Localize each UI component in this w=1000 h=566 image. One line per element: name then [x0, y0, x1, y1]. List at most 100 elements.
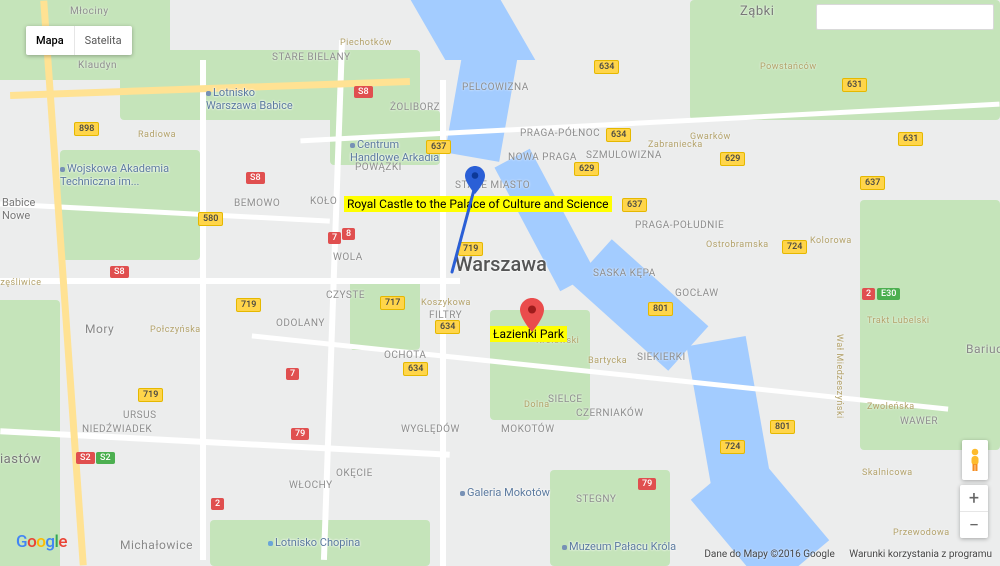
d: NIEDŹWIADEK — [82, 424, 152, 435]
shield-634: 634 — [606, 128, 631, 142]
shield-8: 8 — [342, 228, 355, 240]
shield-637: 637 — [426, 140, 451, 154]
d: Kolorowa — [810, 236, 852, 246]
shield-724: 724 — [720, 440, 745, 454]
poi-babice[interactable]: Babice Nowe — [2, 196, 35, 222]
d: WAWER — [900, 416, 938, 427]
d: Zabraniecka — [648, 140, 703, 150]
shield-s2: S2 — [96, 452, 115, 464]
map-type-map[interactable]: Mapa — [26, 26, 74, 55]
d: iastów — [0, 452, 41, 467]
map-data-text: Dane do Mapy ©2016 Google — [704, 549, 834, 560]
d: Wał Miedzeszyński — [834, 334, 844, 419]
d: OCHOTA — [384, 350, 426, 361]
d: Mory — [85, 322, 114, 336]
shield-717: 717 — [380, 296, 405, 310]
shield-7: 7 — [328, 232, 341, 244]
d: Bartycka — [588, 356, 627, 366]
zoom-in-button[interactable]: + — [960, 485, 988, 511]
d: GOCŁAW — [675, 288, 719, 299]
d: Dolna — [524, 400, 550, 410]
d: URSUS — [123, 410, 157, 421]
d: Powstańców — [760, 62, 817, 72]
d: CZYSTE — [326, 290, 365, 301]
shield-637: 637 — [622, 198, 647, 212]
d: Koszykowa — [421, 298, 471, 308]
shield-801: 801 — [648, 302, 673, 316]
shield-e30: E30 — [877, 288, 900, 300]
poi-chopina[interactable]: Lotnisko Chopina — [268, 536, 360, 549]
d: STARE BIELANY — [272, 52, 351, 63]
d: CZERNIAKÓW — [576, 408, 644, 419]
d: WYGLĘDÓW — [401, 424, 460, 435]
d: NOWA PRAGA — [508, 152, 577, 163]
shield-631: 631 — [898, 132, 923, 146]
shield-7: 7 — [286, 368, 299, 380]
district-zabki: Ząbki — [740, 4, 774, 19]
shield-2: 2 — [211, 498, 224, 510]
d: Połczyńska — [150, 325, 201, 335]
d: OKĘCIE — [336, 468, 373, 479]
shield-719: 719 — [138, 388, 163, 402]
shield-719: 719 — [458, 242, 483, 256]
d: PRAGA-PÓŁNOC — [520, 128, 600, 139]
zoom-control: + − — [960, 485, 988, 538]
d: PELCOWIZNA — [462, 82, 529, 93]
d: Bariuch — [966, 342, 1000, 356]
d: sczęśliwice — [0, 278, 41, 288]
d: BEMOWO — [234, 198, 280, 209]
d: Trakt Lubelski — [867, 316, 930, 326]
map-type-switch[interactable]: Mapa Satelita — [26, 26, 132, 55]
road — [200, 60, 206, 560]
poi-muzeum[interactable]: Muzeum Pałacu Króla — [562, 540, 676, 553]
label-royal-castle[interactable]: Royal Castle to the Palace of Culture an… — [344, 196, 612, 212]
street-view-pegman[interactable] — [962, 440, 988, 480]
d: KOŁO — [310, 196, 337, 207]
d: Michałowice — [120, 538, 193, 552]
d: SIEKIERKI — [637, 352, 686, 363]
d: WOLA — [333, 252, 363, 263]
shield-2: 2 — [862, 288, 875, 300]
shield-634: 634 — [435, 320, 460, 334]
zoom-out-button[interactable]: − — [960, 511, 988, 538]
shield-79: 79 — [291, 428, 309, 440]
d: STEGNY — [576, 494, 616, 505]
d: SIELCE — [548, 394, 583, 405]
shield-634: 634 — [594, 60, 619, 74]
shield-s2: S2 — [76, 452, 95, 464]
search-input[interactable] — [816, 4, 994, 30]
shield-637: 637 — [860, 176, 885, 190]
d: Piechotków — [340, 38, 392, 48]
d: Ostrobramska — [706, 240, 769, 250]
road — [0, 278, 460, 284]
terms-link[interactable]: Warunki korzystania z programu — [849, 549, 992, 560]
d: SZMULOWIZNA — [586, 150, 662, 161]
d: Radiowa — [138, 130, 176, 140]
shield-580: 580 — [198, 212, 223, 226]
shield-898: 898 — [74, 122, 99, 136]
map-type-satellite[interactable]: Satelita — [74, 26, 132, 55]
shield-629: 629 — [720, 152, 745, 166]
shield-s8: S8 — [246, 172, 265, 184]
shield-801: 801 — [770, 420, 795, 434]
d: Zwoleńska — [867, 402, 915, 412]
d: Klaudyn — [78, 60, 117, 71]
map-canvas[interactable]: Warszawa Ząbki Młociny Klaudyn STARE BIE… — [0, 0, 1000, 566]
d: PRAGA-POŁUDNIE — [635, 220, 724, 231]
d: ŻOLIBORZ — [390, 102, 440, 113]
shield-629: 629 — [574, 162, 599, 176]
d: MOKOTÓW — [501, 424, 555, 435]
poi-akademia[interactable]: Wojskowa Akademia Techniczna im... — [60, 162, 169, 188]
road — [0, 428, 450, 458]
google-logo: Google — [16, 532, 67, 552]
shield-634: 634 — [403, 362, 428, 376]
d: Przewodowa — [893, 528, 950, 538]
pin-royal-castle[interactable] — [465, 166, 485, 186]
shield-s8: S8 — [110, 266, 129, 278]
poi-lotnisko-babice[interactable]: Lotnisko Warszawa Babice — [206, 86, 293, 112]
shield-719: 719 — [236, 298, 261, 312]
d: Młociny — [70, 6, 109, 17]
map-attribution: Dane do Mapy ©2016 Google Warunki korzys… — [704, 549, 992, 560]
poi-galeria[interactable]: Galeria Mokotów — [460, 486, 550, 499]
pin-lazienki[interactable] — [520, 298, 540, 318]
